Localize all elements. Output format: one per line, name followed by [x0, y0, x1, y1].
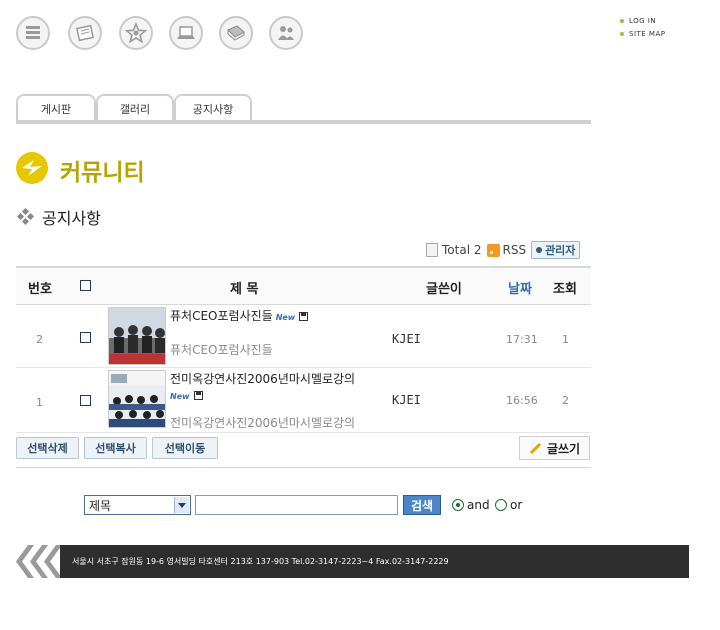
board-info-bar: Total 2 RSS 관리자 — [426, 241, 581, 259]
row-checkbox[interactable] — [80, 395, 91, 406]
col-date[interactable]: 날짜 — [508, 278, 532, 297]
tab-notice[interactable]: 공지사항 — [174, 94, 252, 122]
attachment-icon — [193, 391, 203, 400]
col-no: 번호 — [28, 282, 52, 297]
post-preview: 퓨처CEO포럼사진들 — [170, 343, 273, 357]
total-count: Total 2 — [442, 243, 482, 257]
attachment-icon — [299, 312, 309, 321]
utility-links: LOG IN SITE MAP — [620, 14, 665, 40]
gear-star-icon[interactable] — [119, 16, 153, 50]
tab-board[interactable]: 게시판 — [16, 94, 96, 122]
search-button[interactable]: 검색 — [403, 495, 441, 515]
page-title: 커뮤니티 — [60, 160, 145, 186]
post-writer[interactable]: KJEI — [392, 393, 421, 407]
copy-selected-button[interactable]: 선택복사 — [84, 437, 147, 459]
table-row: 1 전미옥강연사진2006년마시멜로강의 New 전미옥강연사진2006년마시멜로… — [16, 368, 591, 433]
board-subtitle: 공지사항 — [42, 209, 101, 228]
col-views: 조회 — [553, 282, 577, 297]
move-selected-button[interactable]: 선택이동 — [152, 437, 218, 459]
community-logo-icon — [16, 152, 48, 184]
col-title: 제 목 — [230, 282, 259, 297]
search-field-select[interactable]: 제목 — [84, 495, 191, 515]
radio-and[interactable] — [452, 499, 464, 511]
row-number: 1 — [36, 396, 43, 409]
post-thumbnail[interactable] — [108, 307, 166, 365]
radio-or[interactable] — [495, 499, 507, 511]
row-number: 2 — [36, 333, 43, 346]
col-writer: 글쓴이 — [426, 282, 462, 297]
search-input[interactable] — [195, 495, 398, 515]
table-row: 2 퓨처CEO포럼사진들 New 퓨처CEO포럼사진들 KJEI 17:31 1 — [16, 305, 591, 368]
row-checkbox[interactable] — [80, 332, 91, 343]
select-all-checkbox[interactable] — [80, 280, 91, 291]
post-title-link[interactable]: 퓨처CEO포럼사진들 New — [170, 308, 400, 326]
document-icon[interactable] — [68, 16, 102, 50]
sitemap-link[interactable]: SITE MAP — [620, 27, 665, 40]
tab-gallery[interactable]: 갤러리 — [96, 94, 174, 122]
diamond-bullet-icon — [17, 208, 35, 226]
post-title-link[interactable]: 전미옥강연사진2006년마시멜로강의 New — [170, 371, 400, 405]
rss-icon[interactable] — [487, 243, 501, 257]
radio-and-label: and — [467, 498, 490, 512]
admin-button[interactable]: 관리자 — [531, 241, 581, 259]
people-icon[interactable] — [269, 16, 303, 50]
tab-underline — [16, 120, 591, 124]
post-views: 1 — [562, 333, 569, 346]
post-date: 17:31 — [506, 333, 538, 346]
new-badge: New — [275, 313, 296, 322]
post-views: 2 — [562, 394, 569, 407]
login-link[interactable]: LOG IN — [620, 14, 665, 27]
table-header: 번호 제 목 글쓴이 날짜 조회 — [16, 266, 591, 305]
pencil-icon — [529, 442, 542, 454]
footer-address: 서울시 서초구 잠원동 19-6 영서빌딩 타호센터 213호 137-903 … — [72, 557, 449, 566]
post-writer[interactable]: KJEI — [392, 332, 421, 346]
new-badge: New — [170, 392, 190, 401]
divider — [16, 467, 591, 468]
radio-or-label: or — [510, 498, 523, 512]
rss-link[interactable]: RSS — [502, 243, 526, 257]
pin-icon — [536, 247, 543, 253]
footer-bar: 서울시 서초구 잠원동 19-6 영서빌딩 타호센터 213호 137-903 … — [60, 545, 689, 578]
bullet-icon — [620, 18, 624, 23]
post-thumbnail[interactable] — [108, 370, 166, 428]
document-icon — [426, 243, 438, 257]
delete-selected-button[interactable]: 선택삭제 — [16, 437, 79, 459]
write-button[interactable]: 글쓰기 — [519, 436, 590, 460]
post-preview: 전미옥강연사진2006년마시멜로강의 — [170, 416, 356, 430]
board-table: 번호 제 목 글쓴이 날짜 조회 2 퓨처CEO포럼사진들 New 퓨처CEO포럼… — [16, 266, 591, 433]
post-date: 16:56 — [506, 394, 538, 407]
book-icon[interactable] — [219, 16, 253, 50]
chevron-down-icon — [174, 497, 189, 513]
list-icon[interactable] — [16, 16, 50, 50]
laptop-icon[interactable] — [169, 16, 203, 50]
bullet-icon — [620, 31, 624, 36]
